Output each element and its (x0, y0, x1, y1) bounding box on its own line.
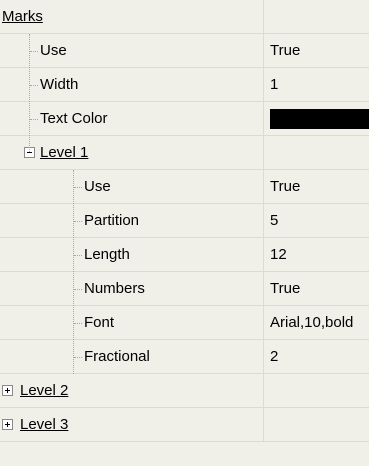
property-value-use[interactable]: True (264, 170, 369, 203)
property-value-font[interactable]: Arial,10,bold (264, 306, 369, 339)
value-text: True (270, 280, 301, 297)
tree-connector (74, 221, 82, 222)
property-value-fractional[interactable]: 2 (264, 340, 369, 373)
value-text: 5 (270, 212, 279, 229)
tree-connector (30, 51, 38, 52)
expand-icon[interactable] (2, 385, 13, 396)
property-label-numbers: Numbers (84, 280, 145, 297)
property-name-cell: Width (0, 68, 264, 101)
property-row-text-color[interactable]: Text Color (0, 102, 369, 136)
property-name-cell: Partition (0, 204, 264, 237)
property-name-cell: Level 3 (0, 408, 264, 441)
property-value-width[interactable]: 1 (264, 68, 369, 101)
property-row-width[interactable]: Width 1 (0, 68, 369, 102)
property-label-use: Use (40, 42, 67, 59)
expand-icon[interactable] (2, 419, 13, 430)
color-swatch[interactable] (270, 109, 369, 129)
property-name-cell: Numbers (0, 272, 264, 305)
property-row-fractional[interactable]: Fractional 2 (0, 340, 369, 374)
property-row-level1-use[interactable]: Use True (0, 170, 369, 204)
property-value-cell (264, 136, 369, 169)
property-row-level-3[interactable]: Level 3 (0, 408, 369, 442)
property-name-cell: Fractional (0, 340, 264, 373)
category-label-level-2[interactable]: Level 2 (20, 382, 68, 400)
property-row-numbers[interactable]: Numbers True (0, 272, 369, 306)
property-row-length[interactable]: Length 12 (0, 238, 369, 272)
property-value-length[interactable]: 12 (264, 238, 369, 271)
tree-connector (30, 85, 38, 86)
property-name-cell: Use (0, 170, 264, 203)
property-row-partition[interactable]: Partition 5 (0, 204, 369, 238)
property-label-text-color: Text Color (40, 110, 108, 127)
property-value-numbers[interactable]: True (264, 272, 369, 305)
property-value-use[interactable]: True (264, 34, 369, 67)
tree-connector (74, 289, 82, 290)
property-value-cell (264, 374, 369, 407)
value-text: True (270, 42, 301, 59)
property-row-level-1[interactable]: Level 1 (0, 136, 369, 170)
property-label-font: Font (84, 314, 115, 331)
category-label-marks[interactable]: Marks (2, 8, 43, 26)
property-value-cell (264, 0, 369, 33)
property-name-cell: Length (0, 238, 264, 271)
category-label-level-1[interactable]: Level 1 (40, 144, 88, 162)
property-name-cell: Use (0, 34, 264, 67)
property-row-marks[interactable]: Marks (0, 0, 369, 34)
tree-connector (73, 170, 74, 374)
property-name-cell: Level 2 (0, 374, 264, 407)
tree-connector (30, 119, 38, 120)
tree-connector (74, 357, 82, 358)
tree-connector (74, 323, 82, 324)
property-label-use: Use (84, 178, 111, 195)
tree-connector (74, 255, 82, 256)
property-label-width: Width (40, 76, 79, 93)
property-grid: Marks Use True Width 1 Text Color Level … (0, 0, 369, 442)
tree-connector (74, 187, 82, 188)
property-name-cell: Marks (0, 0, 264, 33)
property-row-font[interactable]: Font Arial,10,bold (0, 306, 369, 340)
property-value-text-color[interactable] (264, 102, 369, 135)
category-label-level-3[interactable]: Level 3 (20, 416, 68, 434)
value-text: True (270, 178, 301, 195)
property-label-length: Length (84, 246, 130, 263)
value-text: 2 (270, 348, 279, 365)
property-name-cell: Font (0, 306, 264, 339)
property-row-use[interactable]: Use True (0, 34, 369, 68)
property-label-fractional: Fractional (84, 348, 150, 365)
property-name-cell: Level 1 (0, 136, 264, 169)
property-value-cell (264, 408, 369, 441)
property-row-level-2[interactable]: Level 2 (0, 374, 369, 408)
value-text: Arial,10,bold (270, 314, 354, 331)
value-text: 1 (270, 76, 279, 93)
value-text: 12 (270, 246, 287, 263)
property-value-partition[interactable]: 5 (264, 204, 369, 237)
property-name-cell: Text Color (0, 102, 264, 135)
property-label-partition: Partition (84, 212, 140, 229)
